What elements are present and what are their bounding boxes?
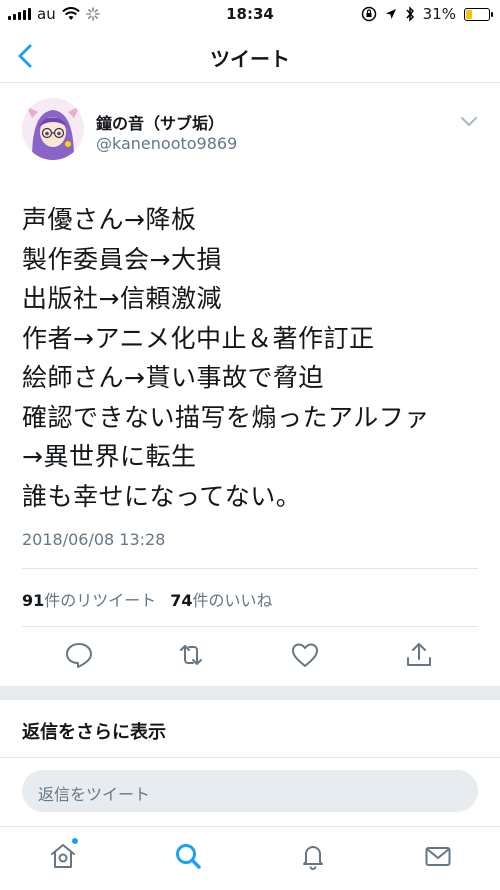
likes-count: 74 [170, 591, 193, 610]
avatar-illustration [22, 98, 84, 160]
battery-icon [464, 7, 493, 21]
divider [22, 568, 478, 569]
tweet-timestamp: 2018/06/08 13:28 [22, 530, 166, 549]
tab-home[interactable] [48, 838, 78, 871]
reply-input[interactable]: 返信をツイート [22, 770, 478, 812]
tweet-actions [0, 640, 500, 676]
tweet-text: 声優さん→降板 製作委員会→大損 出版社→信頼激減 作者→アニメ化中止＆著作訂正… [22, 200, 492, 516]
author-name[interactable]: 鐘の音（サブ垢） [96, 110, 224, 134]
bluetooth-icon [406, 6, 414, 22]
status-bar: au 18:34 31% [0, 0, 500, 30]
retweets-count: 91 [22, 591, 45, 610]
avatar[interactable] [22, 98, 84, 160]
tweet-line: 作者→アニメ化中止＆著作訂正 [22, 323, 375, 353]
divider [0, 757, 500, 758]
section-separator [0, 686, 500, 700]
tweet-line: →異世界に転生 [22, 442, 197, 471]
like-heart-icon[interactable] [290, 640, 320, 670]
tweet-stats: 91件のリツイート 74件のいいね [22, 587, 273, 611]
nav-bar: ツイート [0, 30, 500, 83]
tweet-author: 鐘の音（サブ垢） @kanenooto9869 [22, 98, 480, 168]
tweet-line: 出版社→信頼激減 [22, 284, 222, 313]
tweet-line: 声優さん→降板 [22, 205, 197, 234]
notification-dot [72, 838, 78, 844]
chevron-down-icon[interactable] [460, 116, 478, 128]
tweet-line: 製作委員会→大損 [22, 244, 222, 274]
tweet-line: 確認できない描写を煽ったアルファ [22, 402, 430, 432]
author-handle[interactable]: @kanenooto9869 [96, 134, 237, 153]
search-icon [176, 844, 201, 869]
orientation-lock-icon [361, 6, 376, 22]
divider [22, 626, 478, 627]
retweets-stat[interactable]: 91件のリツイート [22, 587, 156, 611]
reply-icon[interactable] [64, 640, 94, 670]
show-more-replies[interactable]: 返信をさらに表示 [22, 718, 166, 744]
reply-placeholder: 返信をツイート [38, 785, 151, 804]
location-icon [385, 9, 396, 19]
retweet-icon[interactable] [176, 640, 206, 670]
mail-icon [425, 847, 451, 866]
bell-icon [303, 846, 323, 870]
retweets-label: 件のリツイート [44, 591, 157, 610]
battery-percent: 31% [422, 5, 456, 23]
likes-label: 件のいいね [192, 591, 273, 610]
tab-search[interactable] [173, 841, 203, 871]
status-right: 31% [361, 5, 493, 23]
likes-stat[interactable]: 74件のいいね [170, 587, 272, 611]
tab-bar [0, 826, 500, 890]
tweet-line: 絵師さん→貰い事故で脅迫 [22, 363, 324, 392]
tweet-line: 誰も幸せになってない。 [22, 481, 302, 511]
home-icon [51, 844, 75, 868]
page-title: ツイート [210, 47, 290, 71]
share-icon[interactable] [404, 640, 434, 670]
tab-messages[interactable] [423, 841, 453, 871]
tab-notifications[interactable] [298, 841, 328, 871]
